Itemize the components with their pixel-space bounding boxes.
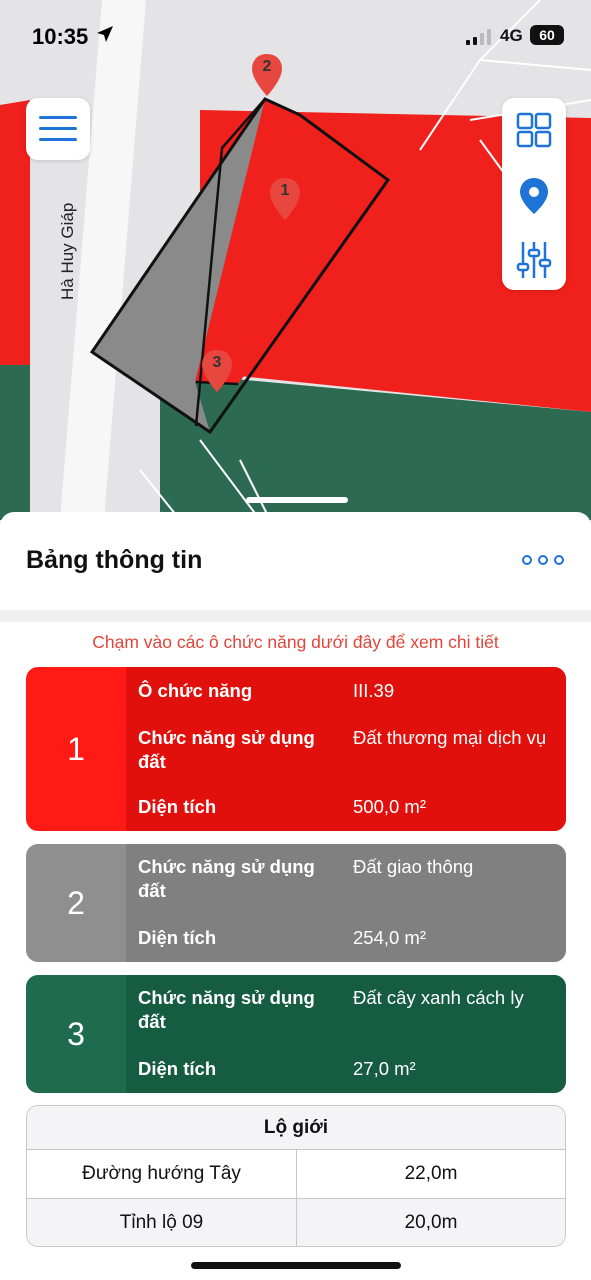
- hint-text: Chạm vào các ô chức năng dưới đây để xem…: [92, 632, 499, 652]
- row-key: Diện tích: [138, 796, 217, 817]
- row-value: 27,0 m²: [353, 1058, 416, 1079]
- road-boundary-table: Lộ giới Đường hướng Tây 22,0m Tỉnh lộ 09…: [26, 1105, 566, 1247]
- table-row: Đường hướng Tây 22,0m: [27, 1150, 565, 1199]
- card-number: 3: [67, 1015, 85, 1052]
- signal-icon: [466, 29, 491, 45]
- card-number: 1: [67, 730, 85, 767]
- layers-button[interactable]: [502, 98, 566, 162]
- row-key: Chức năng sử dụng đất: [138, 987, 315, 1032]
- battery-icon: 60: [530, 25, 564, 45]
- sheet-title: Bảng thông tin: [26, 546, 203, 574]
- table-cell-value: 22,0m: [404, 1163, 458, 1184]
- status-bar: 10:35 4G 60: [0, 0, 591, 70]
- card-body: Chức năng sử dụng đất Đất cây xanh cách …: [126, 975, 566, 1093]
- zone-green-left: [0, 365, 30, 520]
- location-button[interactable]: [502, 162, 566, 226]
- row-key: Diện tích: [138, 1058, 217, 1079]
- home-indicator[interactable]: [191, 1262, 401, 1269]
- table-header: Lộ giới: [27, 1106, 565, 1150]
- row-value: Đất cây xanh cách ly: [353, 987, 524, 1008]
- network-type: 4G: [500, 26, 523, 45]
- map-view[interactable]: Hà Huy Giáp 2 1 3: [0, 0, 591, 560]
- status-time: 10:35: [32, 24, 89, 49]
- row-key: Chức năng sử dụng đất: [138, 856, 315, 901]
- table-row: Tỉnh lộ 09 20,0m: [27, 1199, 565, 1246]
- row-value: III.39: [353, 680, 395, 701]
- menu-icon: [39, 116, 77, 119]
- zone-card-2[interactable]: 2 Chức năng sử dụng đất Đất giao thông D…: [26, 844, 566, 962]
- map-tool-panel: [502, 98, 566, 290]
- row-value: Đất giao thông: [353, 856, 474, 877]
- table-cell-value: 20,0m: [404, 1212, 458, 1233]
- table-cell-name: Đường hướng Tây: [27, 1150, 297, 1198]
- card-body: Ô chức năng III.39 Chức năng sử dụng đất…: [126, 667, 566, 831]
- row-key: Diện tích: [138, 927, 217, 948]
- row-key: Ô chức năng: [138, 680, 253, 701]
- row-value: 500,0 m²: [353, 796, 427, 817]
- row-key: Chức năng sử dụng đất: [138, 727, 315, 772]
- menu-button[interactable]: [26, 98, 90, 160]
- divider: [0, 610, 591, 622]
- grid-icon: [516, 112, 552, 148]
- zone-card-3[interactable]: 3 Chức năng sử dụng đất Đất cây xanh các…: [26, 975, 566, 1093]
- card-number: 2: [67, 884, 85, 921]
- location-pin-icon: [520, 178, 548, 214]
- row-value: Đất thương mại dịch vụ: [353, 727, 547, 748]
- filter-button[interactable]: [502, 226, 566, 290]
- road-label: Hà Huy Giáp: [58, 202, 77, 300]
- more-options-icon[interactable]: [522, 553, 564, 569]
- table-cell-name: Tỉnh lộ 09: [27, 1199, 297, 1246]
- marker-1[interactable]: 1: [268, 176, 302, 222]
- zone-card-1[interactable]: 1 Ô chức năng III.39 Chức năng sử dụng đ…: [26, 667, 566, 831]
- card-body: Chức năng sử dụng đất Đất giao thông Diệ…: [126, 844, 566, 962]
- marker-3[interactable]: 3: [200, 348, 234, 394]
- row-value: 254,0 m²: [353, 927, 427, 948]
- sliders-icon: [516, 242, 552, 278]
- sheet-drag-handle[interactable]: [246, 497, 348, 503]
- location-arrow-icon: [97, 26, 113, 42]
